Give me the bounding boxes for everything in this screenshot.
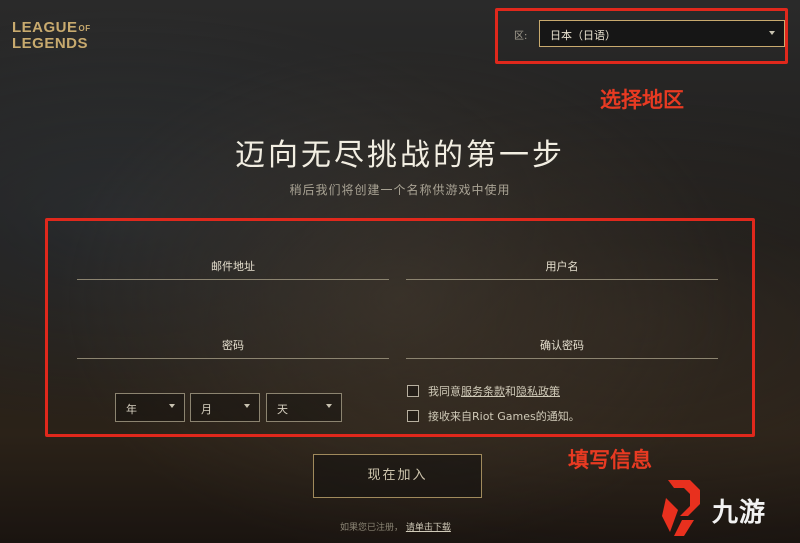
- watermark-text: 九游: [712, 498, 767, 528]
- footer-prefix: 如果您已注册，: [340, 523, 404, 533]
- birth-year-label: 年: [126, 403, 137, 416]
- birth-year-select[interactable]: 年: [115, 393, 185, 422]
- birth-day-select[interactable]: 天: [266, 393, 342, 422]
- league-of-legends-logo[interactable]: LEAGUEOF LEGENDS: [12, 20, 102, 51]
- logo-of: OF: [78, 23, 91, 33]
- page-title: 迈向无尽挑战的第一步: [235, 138, 565, 173]
- join-now-button[interactable]: 现在加入: [313, 454, 482, 498]
- logo-line-2: LEGENDS: [12, 34, 89, 52]
- agree-prefix-text: 我同意: [428, 385, 461, 398]
- terms-of-service-link[interactable]: 服务条款: [461, 383, 505, 399]
- region-select[interactable]: 日本（日语）: [539, 20, 785, 47]
- password-field[interactable]: 密码: [77, 337, 389, 359]
- download-link[interactable]: 请单击下载: [406, 523, 451, 533]
- footer-note: 如果您已注册， 请单击下载: [340, 520, 451, 533]
- confirm-password-field[interactable]: 确认密码: [406, 337, 718, 359]
- annotation-fill-info: 填写信息: [568, 448, 652, 472]
- annotation-select-region: 选择地区: [600, 88, 684, 112]
- jiuyou-logo-icon: [662, 480, 700, 536]
- chevron-down-icon: [326, 404, 332, 408]
- region-label: 区:: [514, 31, 528, 42]
- email-field[interactable]: 邮件地址: [77, 258, 389, 280]
- logo-line-1: LEAGUEOF: [12, 19, 91, 36]
- jiuyou-watermark: 九游: [660, 470, 790, 540]
- region-selected-value: 日本（日语）: [550, 29, 616, 42]
- agree-terms-checkbox[interactable]: [407, 385, 419, 397]
- birth-month-select[interactable]: 月: [190, 393, 260, 422]
- username-field[interactable]: 用户名: [406, 258, 718, 280]
- chevron-down-icon: [769, 31, 775, 35]
- birth-day-label: 天: [277, 403, 288, 416]
- privacy-policy-link[interactable]: 隐私政策: [516, 383, 560, 399]
- chevron-down-icon: [244, 404, 250, 408]
- receive-notice-checkbox[interactable]: [407, 410, 419, 422]
- receive-notice-row[interactable]: 接收来自Riot Games的通知。: [407, 408, 580, 424]
- page-subtitle: 稍后我们将创建一个名称供游戏中使用: [289, 183, 511, 197]
- receive-notice-text: 接收来自Riot Games的通知。: [428, 410, 580, 423]
- birth-month-label: 月: [201, 403, 212, 416]
- and-text: 和: [505, 385, 516, 398]
- agree-terms-row[interactable]: 我同意 服务条款 和 隐私政策: [407, 383, 560, 399]
- chevron-down-icon: [169, 404, 175, 408]
